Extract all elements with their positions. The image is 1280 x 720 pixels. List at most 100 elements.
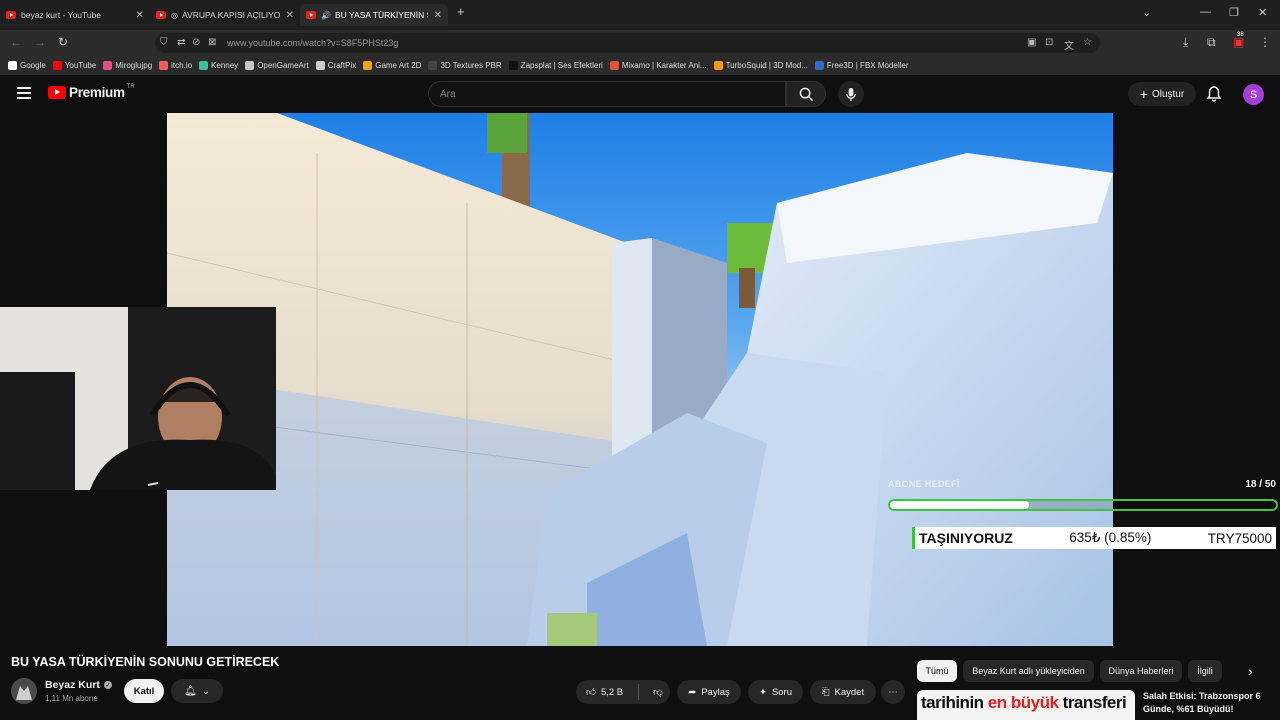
address-bar[interactable]: ⛉ ⇄ ⊘ ⊠ www.youtube.com/watch?v=S8F5PHSt… <box>155 33 1100 53</box>
menu-kebab-icon[interactable]: ⋮ <box>1259 35 1271 49</box>
country-code: TR <box>126 83 135 90</box>
browser-tab[interactable]: ◎ AVRUPA KAPISI AÇILIYOR: E ✕ <box>150 4 300 26</box>
bookmark-item[interactable]: 3D Textures PBR <box>428 61 502 70</box>
close-tab-icon[interactable]: ✕ <box>286 10 294 21</box>
bookmark-label: TurboSquid | 3D Mod... <box>725 61 808 70</box>
extension-badge-count: 38 <box>1237 32 1244 38</box>
bookmark-favicon-icon <box>159 61 169 70</box>
plus-icon: + <box>1139 86 1148 102</box>
bookmark-item[interactable]: YouTube <box>52 61 96 70</box>
browser-tab-active[interactable]: 🔊 BU YASA TÜRKİYENİN SONU ✕ <box>300 4 448 26</box>
dislike-button[interactable]: 👎︎ <box>653 686 663 698</box>
join-button[interactable]: Katıl <box>124 679 164 703</box>
bookmark-star-icon[interactable]: ☆ <box>1083 37 1092 48</box>
chips-next-chevron-icon[interactable]: › <box>1248 663 1253 679</box>
minecraft-scene-image <box>167 113 1113 646</box>
bookmark-favicon-icon <box>814 61 824 70</box>
bookmark-item[interactable]: Game Art 2D <box>363 61 421 70</box>
reload-icon[interactable]: ↻ <box>58 35 68 49</box>
extensions-icon[interactable]: ⧉ <box>1207 35 1216 50</box>
minimize-icon[interactable]: — <box>1200 6 1211 18</box>
subscriber-goal-count: 18 / 50 <box>1245 479 1276 490</box>
close-window-icon[interactable]: ✕ <box>1258 6 1267 19</box>
bookmark-label: OpenGameArt <box>257 61 309 70</box>
bookmark-item[interactable]: TurboSquid | 3D Mod... <box>713 61 808 70</box>
more-actions-button[interactable]: ⋯ <box>881 680 905 704</box>
ticker-amount: 635₺ (0.85%) <box>1069 530 1152 545</box>
avatar[interactable]: S <box>1243 84 1264 105</box>
bookmark-item[interactable]: Miroglujpg <box>103 61 152 70</box>
browser-tab[interactable]: beyaz kurt - YouTube ✕ <box>0 4 150 26</box>
url-text[interactable]: www.youtube.com/watch?v=S8F5PHSt23g <box>227 38 398 48</box>
share-button[interactable]: ➦ Paylaş <box>677 680 741 704</box>
tracking-off-icon[interactable]: ⊘ <box>192 37 200 48</box>
video-frame[interactable] <box>167 113 1113 646</box>
bookmark-item[interactable]: Google <box>8 61 46 70</box>
bookmark-label: Google <box>20 61 46 70</box>
bookmark-item[interactable]: OpenGameArt <box>245 61 309 70</box>
logo-text: Premium <box>69 85 125 100</box>
channel-name-link[interactable]: Beyaz Kurt ✓ <box>45 679 112 691</box>
restore-icon[interactable]: ❐ <box>1229 6 1239 19</box>
bookmark-item[interactable]: Mixamo | Karakter Ani... <box>609 61 707 70</box>
extension-badge-icon[interactable]: ▣ 38 <box>1233 32 1244 49</box>
search-button[interactable] <box>786 81 826 107</box>
new-tab-icon[interactable]: + <box>457 4 465 19</box>
recommendation-thumbnail[interactable]: tarihinin en büyük transferi <box>917 690 1135 720</box>
recommendation-title[interactable]: Salah Etkisi: Trabzonspor 6 Günde, %61 B… <box>1143 690 1273 716</box>
bookmark-favicon-icon <box>363 61 373 70</box>
bookmark-label: Game Art 2D <box>375 61 422 70</box>
thumbs-down-icon: 👎︎ <box>653 687 663 698</box>
wolf-avatar-icon <box>11 678 37 704</box>
tab-search-chevron-icon[interactable]: ⌄ <box>1142 6 1151 19</box>
download-icon[interactable]: ⤓ <box>1183 35 1188 50</box>
bookmark-item[interactable]: CraftPix <box>315 61 356 70</box>
close-tab-icon[interactable]: ✕ <box>434 10 442 21</box>
like-button[interactable]: 👍︎ 5,2 B <box>586 686 623 699</box>
youtube-premium-logo[interactable]: Premium TR <box>48 83 135 100</box>
close-tab-icon[interactable]: ✕ <box>136 10 144 21</box>
browser-toolbar: ← → ↻ ⛉ ⇄ ⊘ ⊠ www.youtube.com/watch?v=S8… <box>0 30 1280 56</box>
translate-icon[interactable]: 文 <box>1064 37 1074 52</box>
back-icon[interactable]: ← <box>10 35 22 49</box>
youtube-play-logo-icon <box>48 86 66 99</box>
create-button[interactable]: + Oluştur <box>1128 82 1196 106</box>
chip-world-news[interactable]: Dünya Haberleri <box>1100 660 1182 682</box>
search-input[interactable]: Ara <box>428 81 786 107</box>
camera-off-icon[interactable]: ⊠ <box>208 37 216 48</box>
channel-avatar[interactable] <box>11 678 37 704</box>
chip-from-uploader[interactable]: Beyaz Kurt adlı yükleyiciden <box>963 660 1094 682</box>
bookmark-item[interactable]: itch.io <box>159 61 192 70</box>
hamburger-menu-icon[interactable] <box>17 87 31 99</box>
subscriber-goal-progress-bar <box>888 499 1278 511</box>
subscriber-goal-widget: ABONE HEDEFİ 18 / 50 <box>888 479 1280 519</box>
notifications-bell-icon[interactable] <box>1206 85 1222 107</box>
chip-related[interactable]: İlgili <box>1188 660 1222 682</box>
ticker-target: TRY75000 <box>1207 530 1272 546</box>
ask-button[interactable]: ✦ Soru <box>748 680 803 704</box>
bookmark-favicon-icon <box>52 61 62 70</box>
playing-icon: ◎ <box>171 10 178 20</box>
bell-icon: 🔔︎ <box>183 685 197 697</box>
install-app-icon[interactable]: ⊡ <box>1045 37 1053 48</box>
bookmark-item[interactable]: Zapsplat | Ses Efektleri <box>508 61 603 70</box>
bookmark-favicon-icon <box>103 61 113 70</box>
bookmark-label: itch.io <box>171 61 193 70</box>
youtube-favicon-icon <box>6 11 16 19</box>
bookmark-item[interactable]: Free3D | FBX Modeller <box>814 61 909 70</box>
bookmark-item[interactable]: Kenney <box>199 61 238 70</box>
microphone-icon <box>846 87 856 101</box>
video-title: BU YASA TÜRKİYENİN SONUNU GETİRECEK <box>11 655 280 669</box>
subscription-bell-button[interactable]: 🔔︎ ⌄ <box>171 679 223 703</box>
bookmark-label: Zapsplat | Ses Efektleri <box>520 61 603 70</box>
forward-icon[interactable]: → <box>34 35 46 49</box>
video-player[interactable]: ABONE HEDEFİ 18 / 50 TAŞINIYORUZ 635₺ (0… <box>0 113 1280 646</box>
voice-search-button[interactable] <box>838 81 864 107</box>
thumbnail-text-highlight: en büyük <box>987 693 1059 712</box>
site-info-icon[interactable]: ⛉ <box>160 37 168 48</box>
screen-cast-icon[interactable]: ▣ <box>1027 37 1036 48</box>
chip-all[interactable]: Tümü <box>917 660 957 682</box>
bookmark-favicon-icon <box>508 61 518 70</box>
tune-icon[interactable]: ⇄ <box>177 37 185 48</box>
save-button[interactable]: ⎗ Kaydet <box>810 680 876 704</box>
